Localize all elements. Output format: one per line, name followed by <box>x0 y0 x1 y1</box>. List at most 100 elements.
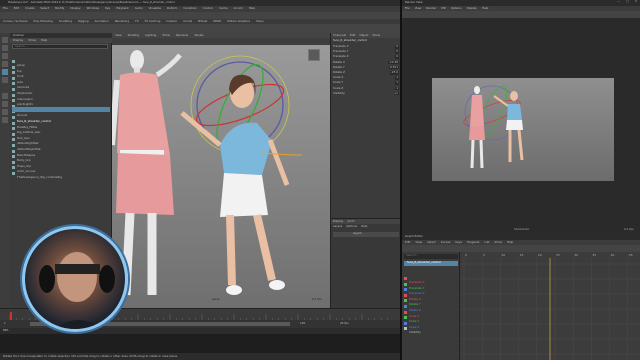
outliner-item[interactable]: face_R_shoulder_control <box>12 107 110 123</box>
ge-channel-item[interactable]: Translate Z <box>404 279 458 295</box>
outliner-item-label: ThePoseAgency_Rig_controlsRig <box>17 175 62 179</box>
outliner-item[interactable]: side <box>12 68 110 84</box>
graph-area[interactable]: 0 5 10 15 20 25 30 35 40 45 <box>460 252 640 360</box>
channel-box-attributes: Translate X 0 Translate Y 0 Translate Z 0 Rota… <box>331 44 401 105</box>
tool-box <box>0 33 10 308</box>
layer-menu-layers[interactable]: Layers <box>333 224 342 229</box>
ge-channel-item[interactable]: Scale Z <box>404 313 458 329</box>
outliner-item[interactable]: Body_Grp <box>12 146 110 162</box>
ge-search-input[interactable]: Search... <box>406 253 418 258</box>
minimize-icon[interactable]: — <box>617 0 620 4</box>
graph-editor-toolbar <box>402 245 640 252</box>
outliner-item[interactable]: directional <box>12 96 110 112</box>
channel-value[interactable]: 0 <box>395 44 399 49</box>
outliner-item[interactable]: camera1 <box>12 73 110 89</box>
layer-menu-options[interactable]: Options <box>346 224 357 229</box>
render-image <box>432 78 614 181</box>
outliner-search-input[interactable]: Search... <box>15 44 27 49</box>
channel-value[interactable]: on <box>393 91 399 96</box>
range-end[interactable]: 120 <box>300 321 305 326</box>
outliner-item[interactable]: Ground <box>12 101 110 117</box>
channel-name: Scale X <box>333 75 344 80</box>
channel-name: Scale Y <box>333 80 344 85</box>
outliner-menu-help[interactable]: Help <box>41 38 47 43</box>
status-help-text: Rotate Tool: Use manipulator to rotate o… <box>3 353 178 358</box>
channel-tab-show[interactable]: Show <box>372 33 380 38</box>
frame-label: 25 <box>556 253 560 257</box>
outliner-item[interactable]: Props_Grp <box>12 152 110 168</box>
channel-value[interactable]: 0 <box>395 55 399 59</box>
channel-value[interactable]: 1 <box>395 86 399 91</box>
ge-channel-item[interactable]: Scale Y <box>404 307 458 323</box>
layer-name: layer1 <box>353 231 362 235</box>
graph-editor-title: Graph Editor <box>405 234 423 238</box>
rotate-tool-icon[interactable] <box>2 69 8 75</box>
node-icon <box>12 172 15 175</box>
channel-value[interactable]: -23.6 <box>389 70 399 75</box>
outliner-item[interactable]: mannequin <box>12 85 110 100</box>
outliner-item[interactable]: top <box>12 57 110 72</box>
maximize-icon[interactable]: □ <box>626 0 629 4</box>
layout-icon-3[interactable] <box>2 109 8 115</box>
ge-search[interactable]: Search... <box>404 253 458 259</box>
channel-value[interactable]: 1 <box>395 81 399 85</box>
outliner-item[interactable]: persp <box>12 51 110 67</box>
scale-tool-icon[interactable] <box>2 77 8 83</box>
channel-value[interactable]: 1 <box>395 76 399 80</box>
ge-channel-item[interactable]: Visibility <box>404 318 458 334</box>
ge-channel-item[interactable]: Rotate Z <box>404 296 458 312</box>
ge-selected-node[interactable]: face_R_shoulder_control <box>404 260 458 266</box>
outliner-item[interactable]: PoseRig_HiRes <box>12 113 110 128</box>
outliner-item[interactable]: front <box>12 62 110 78</box>
frame-label: 0 <box>465 253 467 257</box>
ge-channel-list: Translate X Translate Y Translate Z Rotate … <box>402 268 460 358</box>
paint-select-icon[interactable] <box>2 53 8 59</box>
viewport-toolbar <box>112 38 330 45</box>
graph-editor-window: Graph Editor Edit View Select Curves Keys Tan… <box>400 234 640 360</box>
layer-row[interactable]: layer1 <box>333 231 399 237</box>
layout-icon[interactable] <box>2 93 8 99</box>
outliner-item[interactable]: defaultLightSet <box>12 129 110 145</box>
outliner-menu-display[interactable]: Display <box>13 38 23 43</box>
outliner-item[interactable]: Rig_Clothes_Geo <box>12 118 110 134</box>
ge-channel-item[interactable]: Translate X <box>404 268 458 284</box>
channel-value[interactable]: -12.48 <box>387 60 399 65</box>
fps-setting[interactable]: 24 fps <box>340 321 349 326</box>
close-icon[interactable]: ✕ <box>635 0 637 4</box>
outliner-item[interactable]: pointLight1 <box>12 90 110 106</box>
layout-icon-2[interactable] <box>2 101 8 107</box>
select-tool-icon[interactable] <box>2 37 8 43</box>
outliner-item[interactable]: ThePoseAgency_Rig_controlsRig <box>12 163 110 179</box>
ge-channel-item[interactable]: Translate Y <box>404 274 458 289</box>
render-fps: 0.1 fps <box>624 227 634 231</box>
frame-label: 35 <box>592 253 596 257</box>
channel-row[interactable]: Visibility on <box>333 91 399 97</box>
channel-value[interactable]: 8.351 <box>388 65 399 70</box>
ge-channel-label: Visibility <box>409 330 421 335</box>
view-cube-icon[interactable] <box>308 49 320 61</box>
move-tool-icon[interactable] <box>2 61 8 67</box>
viewport-canvas[interactable]: persp 0.1 fps <box>112 45 330 308</box>
outliner-menu-show[interactable]: Show <box>28 38 36 43</box>
range-start[interactable]: 1 <box>4 321 6 326</box>
outliner-item[interactable]: StudioCam <box>12 79 110 95</box>
layer-menu-help[interactable]: Help <box>361 224 367 229</box>
ge-channel-item[interactable]: Rotate X <box>404 285 458 301</box>
outliner-item[interactable]: Anim_Curves <box>12 157 110 173</box>
outliner-item[interactable]: BlendShapes <box>12 141 110 156</box>
layout-icon-4[interactable] <box>2 117 8 123</box>
channel-value[interactable]: 0 <box>395 50 399 54</box>
outliner-item[interactable]: Hair_Geo <box>12 124 110 140</box>
ge-channel-label: Scale Z <box>409 324 420 329</box>
lasso-tool-icon[interactable] <box>2 45 8 51</box>
render-scene-svg <box>463 85 524 169</box>
viewport-fps: 0.1 fps <box>312 297 322 301</box>
frame-label: 15 <box>520 253 524 257</box>
ge-channel-item[interactable]: Scale X <box>404 302 458 317</box>
outliner-search[interactable]: Search... <box>12 44 108 49</box>
outliner-item[interactable]: defaultObjectSet <box>12 135 110 151</box>
channel-name: Rotate Y <box>333 64 345 69</box>
channel-name: Rotate Z <box>333 70 345 74</box>
render-view-window: Render View — □ ✕ File View Render IPR Optio… <box>400 0 640 234</box>
ge-channel-item[interactable]: Rotate Y <box>404 290 458 306</box>
